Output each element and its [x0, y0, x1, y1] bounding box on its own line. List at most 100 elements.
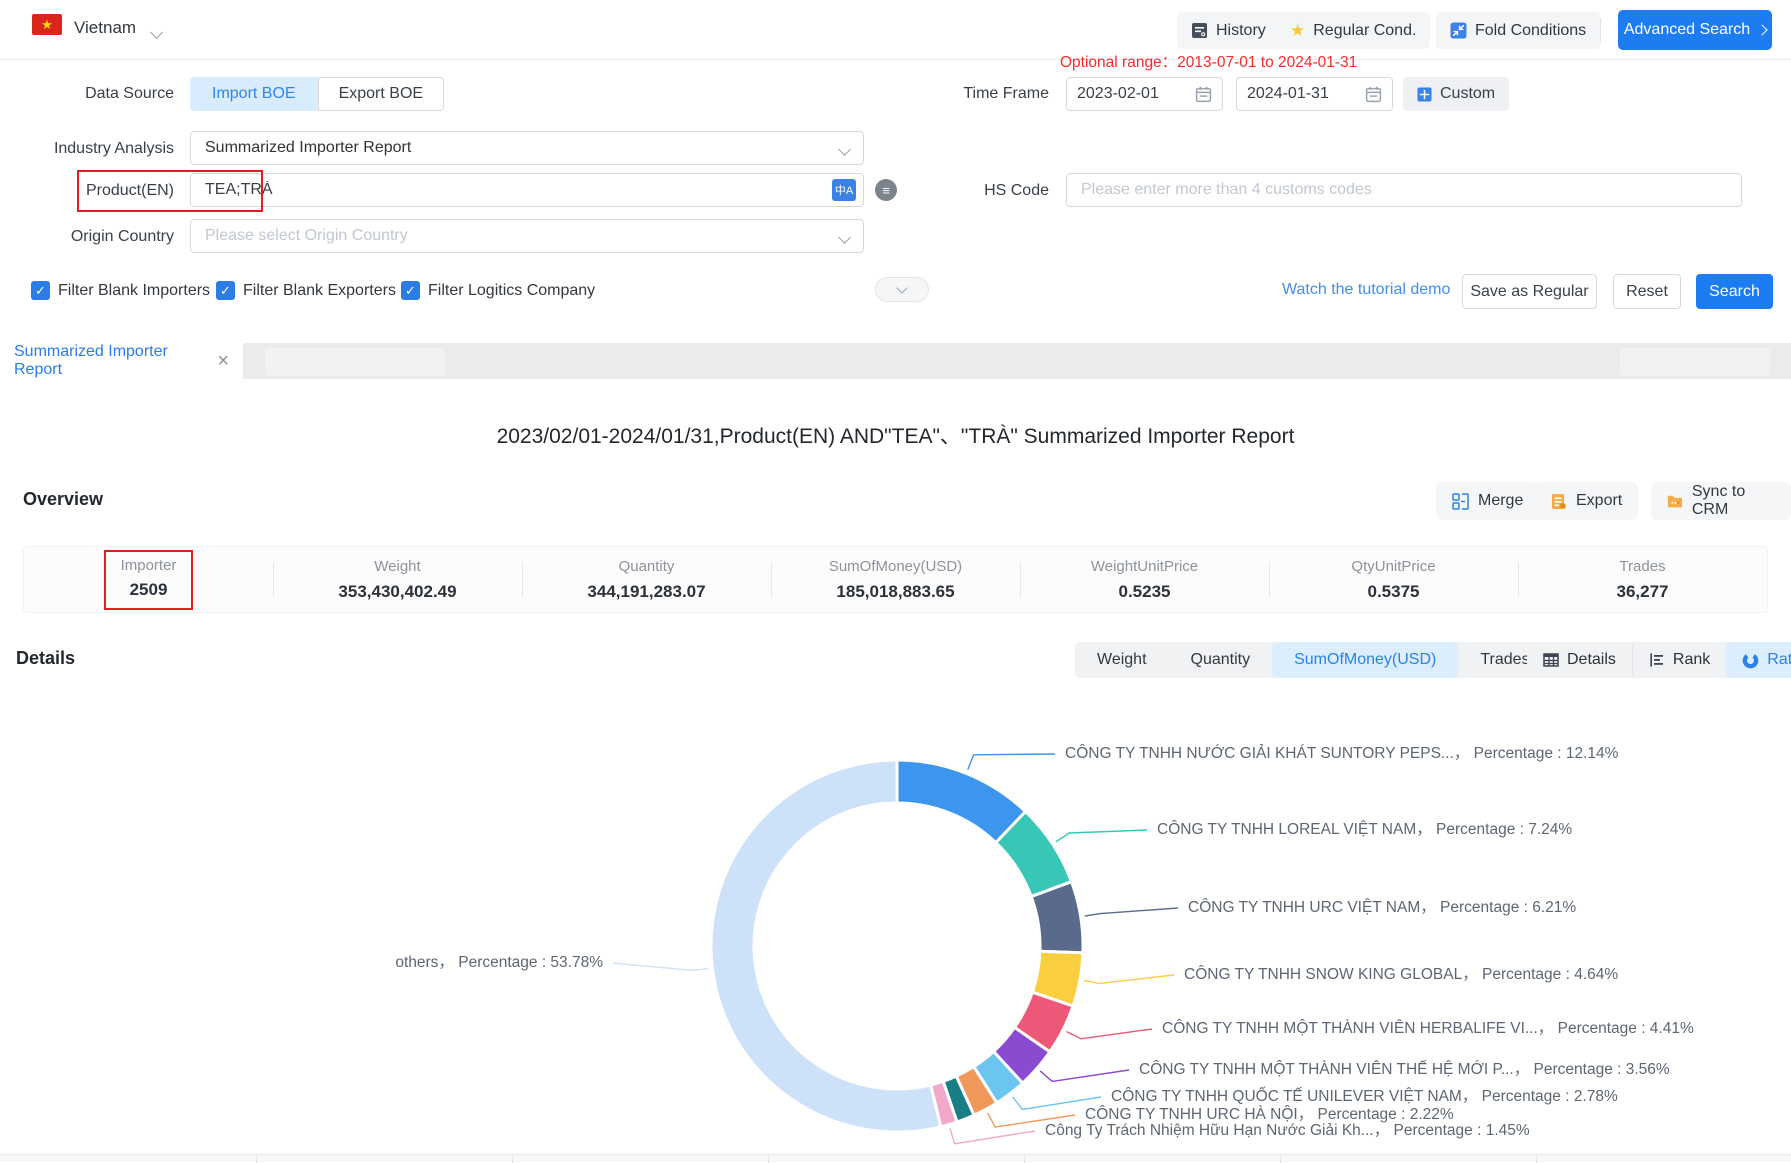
tab-quantity[interactable]: Quantity [1169, 642, 1273, 678]
stat-weight: Weight 353,430,402.49 [273, 547, 522, 612]
calendar-icon [1195, 86, 1212, 103]
tab-summarized-importer-report[interactable]: Summarized Importer Report × [0, 343, 243, 379]
slice-label: CÔNG TY TNHH MỘT THÀNH VIÊN THẾ HỆ MỚI P… [1139, 1061, 1670, 1078]
origin-country-select[interactable]: Please select Origin Country [190, 219, 864, 253]
stat-sum-of-money: SumOfMoney(USD) 185,018,883.65 [771, 547, 1020, 612]
stat-weight-unit-price: WeightUnitPrice 0.5235 [1020, 547, 1269, 612]
table-icon [1543, 652, 1559, 668]
ghost-shape [265, 348, 445, 376]
checkbox-checked-icon[interactable]: ✓ [31, 281, 50, 300]
slice-label: CÔNG TY TNHH QUỐC TẾ UNILEVER VIỆT NAM， … [1111, 1087, 1618, 1105]
history-icon [1191, 22, 1208, 39]
slice-label: CÔNG TY TNHH NƯỚC GIẢI KHÁT SUNTORY PEPS… [1065, 745, 1619, 762]
reset-button[interactable]: Reset [1613, 274, 1681, 309]
custom-icon [1417, 87, 1432, 102]
save-as-regular-button[interactable]: Save as Regular [1462, 274, 1597, 309]
product-en-label: Product(EN) [24, 182, 174, 200]
fuzzy-match-icon[interactable]: ≡ [875, 179, 897, 201]
country-selector-label[interactable]: Vietnam [74, 18, 136, 38]
slice-label: CÔNG TY TNHH SNOW KING GLOBAL， Percentag… [1184, 966, 1618, 983]
stat-importer: Importer 2509 [24, 547, 273, 612]
donut-chart-icon [1742, 652, 1759, 669]
importer-highlight-box: Importer 2509 [104, 550, 194, 610]
checkbox-checked-icon[interactable]: ✓ [216, 281, 235, 300]
donut-slice[interactable]: CÔNG TY TNHH URC VIỆT NAM [1031, 882, 1083, 953]
leader-line [1040, 1070, 1129, 1081]
details-heading: Details [16, 648, 75, 669]
merge-button[interactable]: Merge [1436, 482, 1539, 520]
stat-qty-unit-price: QtyUnitPrice 0.5375 [1269, 547, 1518, 612]
close-icon[interactable]: × [217, 351, 229, 371]
slice-label: CÔNG TY TNHH MỘT THÀNH VIÊN HERBALIFE VI… [1162, 1020, 1694, 1037]
optional-range-note: Optional range：2013-07-01 to 2024-01-31 [1060, 50, 1357, 72]
overview-stats-card: Importer 2509 Weight 353,430,402.49 Quan… [23, 546, 1768, 613]
sync-crm-icon [1667, 493, 1683, 510]
export-icon [1550, 493, 1567, 510]
view-tab-group: Details Rank Ratio [1527, 642, 1791, 678]
export-boe-tab[interactable]: Export BOE [318, 77, 444, 111]
chevron-down-icon [838, 231, 851, 244]
vietnam-flag-icon: ★ [32, 14, 62, 35]
slice-label: CÔNG TY TNHH URC HÀ NỘI， Percentage : 2.… [1085, 1106, 1454, 1123]
data-source-toggle: Import BOE Export BOE [190, 77, 444, 111]
product-en-input[interactable] [190, 173, 864, 207]
regular-cond-button[interactable]: ★ Regular Cond. [1276, 12, 1430, 49]
tab-weight[interactable]: Weight [1075, 642, 1169, 678]
slice-label: CÔNG TY TNHH LOREAL VIỆT NAM， Percentage… [1157, 821, 1572, 838]
view-rank-button[interactable]: Rank [1632, 642, 1726, 678]
leader-line [613, 963, 708, 970]
chevron-down-icon [838, 143, 851, 156]
top-bar: ★ Vietnam History ★ Regular Cond. Fold C… [0, 0, 1791, 60]
fold-conditions-button[interactable]: Fold Conditions [1436, 12, 1600, 49]
slice-label: others， Percentage : 53.78% [395, 954, 603, 971]
history-button[interactable]: History [1177, 12, 1280, 49]
custom-range-button[interactable]: Custom [1403, 77, 1509, 111]
fold-icon [1450, 22, 1467, 39]
date-from-field[interactable]: 2023-02-01 [1066, 77, 1223, 111]
slice-label: Công Ty Trách Nhiệm Hữu Hạn Nước Giải Kh… [1045, 1122, 1530, 1139]
export-button[interactable]: Export [1534, 482, 1638, 520]
table-header-cutoff [0, 1154, 1791, 1162]
metric-tab-group: Weight Quantity SumOfMoney(USD) Trades [1075, 642, 1552, 678]
leader-line [1056, 830, 1147, 842]
view-ratio-button[interactable]: Ratio [1726, 642, 1791, 678]
leader-line [1067, 1029, 1152, 1039]
chevron-right-icon [1756, 24, 1767, 35]
advanced-search-button[interactable]: Advanced Search [1618, 10, 1772, 50]
tab-sum-of-money[interactable]: SumOfMoney(USD) [1272, 642, 1458, 678]
sync-to-crm-button[interactable]: Sync to CRM [1651, 482, 1791, 520]
donut-chart[interactable]: CÔNG TY TNHH NƯỚC GIẢI KHÁT SUNTORY PEPS… [0, 700, 1791, 1155]
origin-country-label: Origin Country [24, 228, 174, 246]
industry-analysis-label: Industry Analysis [24, 140, 174, 158]
ghost-shape [1620, 348, 1770, 376]
leader-line [1084, 975, 1174, 983]
hs-code-input[interactable] [1066, 173, 1742, 207]
report-title: 2023/02/01-2024/01/31,Product(EN) AND"TE… [0, 420, 1791, 450]
stat-quantity: Quantity 344,191,283.07 [522, 547, 771, 612]
date-to-field[interactable]: 2024-01-31 [1236, 77, 1393, 111]
expand-conditions-button[interactable] [875, 277, 929, 302]
chevron-down-icon[interactable] [150, 26, 163, 39]
industry-analysis-select[interactable]: Summarized Importer Report [190, 131, 864, 165]
translate-icon[interactable]: 中A [832, 179, 856, 201]
search-button[interactable]: Search [1696, 274, 1773, 309]
donut-slice[interactable]: others [711, 760, 941, 1132]
tutorial-demo-link[interactable]: Watch the tutorial demo [1282, 281, 1450, 299]
time-frame-label: Time Frame [899, 85, 1049, 103]
calendar-icon [1365, 86, 1382, 103]
leader-line [1085, 908, 1178, 916]
stat-trades: Trades 36,277 [1518, 547, 1767, 612]
leader-line [950, 1128, 1035, 1143]
topbar-divider [1600, 18, 1601, 43]
leader-line [968, 754, 1055, 770]
rank-icon [1649, 652, 1665, 668]
view-details-button[interactable]: Details [1527, 642, 1632, 678]
checkbox-checked-icon[interactable]: ✓ [401, 281, 420, 300]
slice-label: CÔNG TY TNHH URC VIỆT NAM， Percentage : … [1188, 899, 1576, 916]
overview-heading: Overview [23, 489, 103, 510]
import-boe-tab[interactable]: Import BOE [190, 77, 318, 111]
merge-icon [1452, 493, 1469, 510]
data-source-label: Data Source [24, 85, 174, 103]
hs-code-label: HS Code [899, 182, 1049, 200]
star-icon: ★ [1290, 21, 1305, 41]
